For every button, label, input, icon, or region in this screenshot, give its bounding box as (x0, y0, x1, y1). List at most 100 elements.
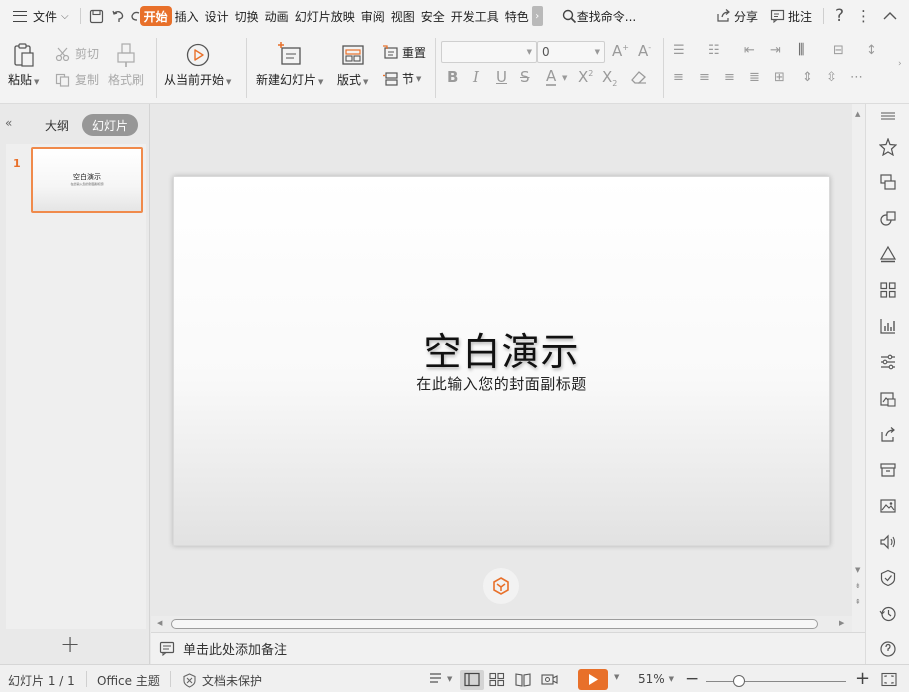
tab-animations[interactable]: 动画 (262, 5, 292, 27)
slide-sorter-icon[interactable] (489, 672, 505, 687)
zoom-slider-track[interactable] (706, 681, 846, 682)
audio-icon[interactable] (878, 532, 898, 552)
help-circle-icon[interactable] (878, 641, 898, 657)
paste-button[interactable]: 粘贴 ▼ (8, 42, 39, 88)
line-spacing-icon[interactable]: ↕ (866, 44, 877, 57)
fill-style-icon[interactable] (878, 244, 898, 264)
export-icon[interactable] (878, 425, 898, 445)
fit-to-window-icon[interactable] (881, 672, 897, 687)
scroll-left-icon[interactable]: ◀ (157, 619, 162, 627)
comment-button[interactable]: 批注 (764, 5, 818, 27)
help-icon[interactable]: ? (829, 5, 850, 27)
history-icon[interactable] (878, 604, 898, 624)
archive-icon[interactable] (878, 460, 898, 480)
align-text-icon[interactable]: ⊟ (833, 44, 844, 57)
font-color-icon[interactable]: A (546, 69, 557, 86)
shapes-icon[interactable] (878, 208, 898, 228)
chart-icon[interactable] (878, 316, 898, 336)
command-search[interactable]: 查找命令... (559, 5, 639, 27)
distribute-icon[interactable]: ⊞ (774, 71, 785, 84)
collapse-ribbon-icon[interactable] (877, 5, 909, 27)
zoom-in-icon[interactable]: + (855, 668, 870, 689)
cut-button[interactable]: 剪切 (55, 45, 99, 62)
star-icon[interactable] (878, 137, 898, 157)
reset-button[interactable]: 重置 (382, 44, 426, 61)
presenter-view-icon[interactable] (541, 672, 559, 687)
text-direction-icon[interactable]: ⫼ (798, 43, 804, 57)
share-button[interactable]: 分享 (710, 5, 764, 27)
underline-icon[interactable]: U (496, 70, 507, 85)
section-button[interactable]: 节 ▼ (382, 70, 421, 87)
subscript-icon[interactable]: X2 (602, 70, 617, 88)
tab-slides[interactable]: 幻灯片 (82, 114, 138, 136)
justify-icon[interactable]: ≣ (749, 71, 760, 84)
more-paragraph-icon[interactable]: ⋯ (850, 71, 863, 84)
slide-subtitle[interactable]: 在此输入您的封面副标题 (174, 373, 829, 394)
font-size-select[interactable]: 0 ▼ (537, 41, 605, 63)
align-left-icon[interactable]: ≡ (673, 71, 684, 84)
paragraph-spacing-icon[interactable]: ⇕ (802, 71, 813, 84)
tab-transitions[interactable]: 切换 (232, 5, 262, 27)
slideshow-options[interactable]: ▼ (612, 673, 619, 681)
add-slide-icon[interactable]: + (60, 632, 80, 656)
normal-view-icon[interactable] (464, 672, 480, 687)
tab-developer[interactable]: 开发工具 (448, 5, 502, 27)
notes-area[interactable]: 单击此处添加备注 (151, 632, 865, 664)
theme-name[interactable]: Office 主题 (97, 672, 160, 689)
collapse-panel-icon[interactable]: « (5, 116, 12, 130)
tab-design[interactable]: 设计 (202, 5, 232, 27)
increase-font-icon[interactable]: A+ (612, 44, 629, 59)
align-right-icon[interactable]: ≡ (724, 71, 735, 84)
play-from-current-button[interactable]: 从当前开始 ▼ (164, 42, 231, 88)
sliders-icon[interactable] (878, 352, 898, 372)
tab-home[interactable]: 开始 (139, 6, 172, 26)
task-pane-toggle-icon[interactable] (878, 106, 898, 126)
align-center-icon[interactable]: ≡ (699, 71, 710, 84)
next-page-icon[interactable]: ⇟ (855, 582, 861, 590)
document-protection[interactable]: 文档未保护 (182, 672, 262, 689)
slide-thumbnail[interactable]: 空白演示 在此输入您的封面副标题 (31, 147, 143, 213)
reading-view-icon[interactable] (515, 672, 531, 687)
more-tabs-icon[interactable]: › (531, 6, 543, 26)
slide-title[interactable]: 空白演示 (174, 321, 829, 376)
dropdown-arrow-icon[interactable]: ▼ (562, 75, 567, 82)
notes-view-button[interactable]: ▼ (429, 672, 452, 686)
tab-features[interactable]: 特色 (502, 5, 532, 27)
scrollbar-thumb[interactable] (171, 619, 818, 629)
decrease-indent-icon[interactable]: ⇤ (744, 44, 755, 57)
copy-button[interactable]: 复制 (55, 71, 99, 88)
scroll-up-icon[interactable]: ▲ (855, 110, 860, 118)
image-library-icon[interactable] (878, 389, 898, 409)
zoom-out-icon[interactable]: − (685, 669, 699, 689)
bullet-list-icon[interactable]: ☰ (673, 44, 685, 57)
zoom-level[interactable]: 51% ▼ (638, 672, 674, 686)
more-options-icon[interactable]: ⋮ (850, 5, 877, 27)
wps-assistant-icon[interactable] (483, 568, 519, 604)
undo-icon[interactable] (108, 5, 130, 27)
slide-canvas[interactable]: 空白演示 在此输入您的封面副标题 (173, 176, 830, 546)
picture-icon[interactable] (878, 496, 898, 516)
tab-outline[interactable]: 大纲 (38, 114, 76, 136)
font-name-select[interactable]: ▼ (441, 41, 537, 63)
grid-icon[interactable] (878, 280, 898, 300)
decrease-font-icon[interactable]: A- (638, 44, 651, 59)
numbered-list-icon[interactable]: ☷ (708, 44, 720, 57)
increase-indent-icon[interactable]: ⇥ (770, 44, 781, 57)
bold-icon[interactable]: B (447, 70, 458, 85)
prev-page-icon[interactable]: ⇞ (855, 598, 861, 606)
zoom-slider-handle[interactable] (733, 675, 745, 687)
tab-insert[interactable]: 插入 (172, 5, 202, 27)
column-spacing-icon[interactable]: ⇳ (826, 71, 837, 84)
tab-security[interactable]: 安全 (418, 5, 448, 27)
tab-view[interactable]: 视图 (388, 5, 418, 27)
ribbon-scroll-icon[interactable]: › (898, 60, 902, 69)
layout-button[interactable]: 版式 ▼ (337, 42, 368, 88)
shield-icon[interactable] (878, 568, 898, 588)
italic-icon[interactable]: I (473, 70, 479, 85)
swap-slides-icon[interactable] (878, 172, 898, 192)
scroll-down-icon[interactable]: ▼ (855, 566, 860, 574)
start-slideshow-button[interactable] (578, 669, 608, 690)
horizontal-scrollbar[interactable]: ◀ ▶ (151, 616, 852, 632)
tab-review[interactable]: 审阅 (358, 5, 388, 27)
new-slide-button[interactable]: 新建幻灯片 ▼ (256, 42, 323, 88)
